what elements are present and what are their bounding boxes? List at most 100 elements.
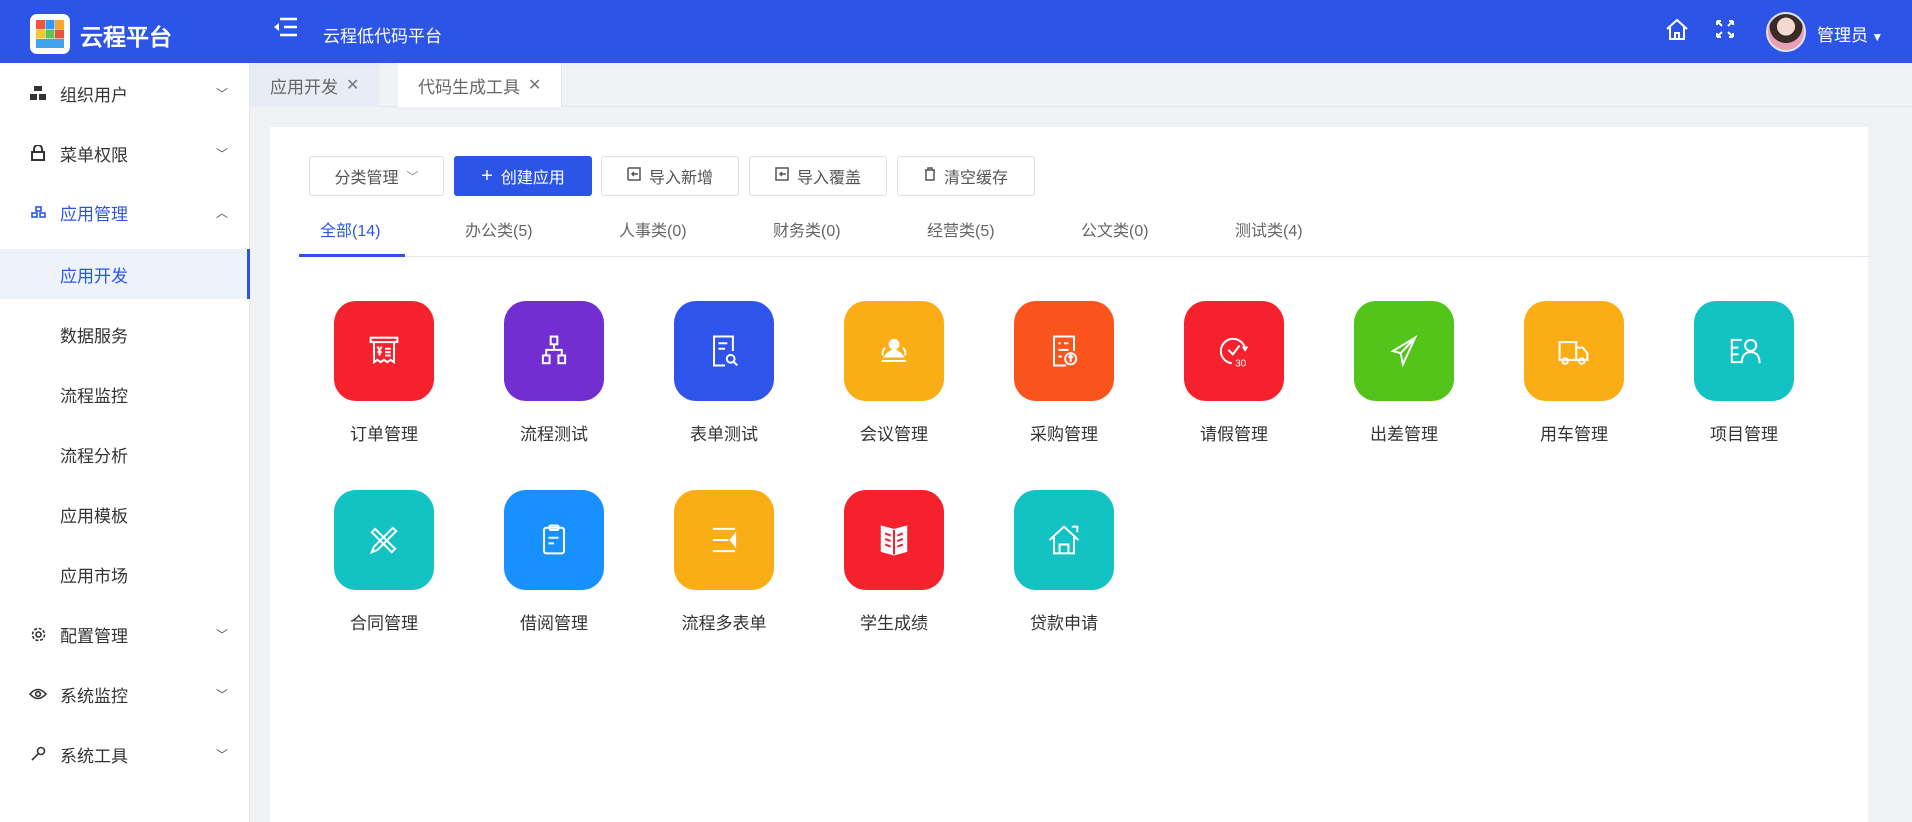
app-name: 借阅管理 xyxy=(520,614,588,633)
org-icon xyxy=(29,84,47,102)
sidebar-item-org-users[interactable]: 组织用户 ﹀ xyxy=(0,68,250,118)
app-card[interactable]: 订单管理 xyxy=(314,301,454,445)
app-card[interactable]: 贷款申请 xyxy=(994,490,1134,634)
app-icon-tile xyxy=(1524,301,1624,401)
create-app-button[interactable]: + 创建应用 xyxy=(454,156,592,196)
app-name: 学生成绩 xyxy=(860,614,928,633)
app-icon-tile xyxy=(844,301,944,401)
app-card[interactable]: 流程测试 xyxy=(484,301,624,445)
sidebar-item-app-market[interactable]: 应用市场 xyxy=(0,549,250,599)
category-tab-test[interactable]: 测试类(4) xyxy=(1235,217,1303,241)
sidebar-item-config[interactable]: 配置管理 ﹀ xyxy=(0,609,250,659)
truck-icon xyxy=(1558,341,1589,365)
sidebar: 组织用户 ﹀ 菜单权限 ﹀ 应用管理 ︿ 应用开发 数据服务 流程监控 流程分析 应用… xyxy=(0,63,250,822)
sidebar-item-process-monitor[interactable]: 流程监控 xyxy=(0,369,250,419)
app-card[interactable]: 用车管理 xyxy=(1504,301,1644,445)
wrench-icon xyxy=(29,745,47,763)
sidebar-item-menu-permission[interactable]: 菜单权限 ﹀ xyxy=(0,128,250,178)
user-menu[interactable]: 管理员 ▼ xyxy=(1817,21,1883,46)
home-icon[interactable] xyxy=(1665,18,1689,47)
platform-subtitle: 云程低代码平台 xyxy=(323,27,442,46)
category-tab-business[interactable]: 经营类(5) xyxy=(927,217,995,241)
clipboard-icon xyxy=(543,524,565,555)
close-icon[interactable]: ✕ xyxy=(528,75,541,95)
chevron-down-icon: ﹀ xyxy=(216,747,229,762)
app-name: 表单测试 xyxy=(690,425,758,444)
purchase-icon xyxy=(1053,335,1078,367)
menu-fold-icon[interactable] xyxy=(272,16,298,43)
app-icon-tile xyxy=(1014,301,1114,401)
app-icon-tile xyxy=(334,301,434,401)
page-tabs: 应用开发 ✕ 代码生成工具 ✕ xyxy=(250,63,1912,107)
meeting-icon xyxy=(881,338,907,362)
category-tab-finance[interactable]: 财务类(0) xyxy=(773,217,841,241)
app-panel: 分类管理 ﹀ + 创建应用 导入新增 导入覆盖 清空缓存 全部(14) 办公类(5)… xyxy=(270,127,1870,822)
pen-ruler-icon xyxy=(369,526,398,555)
sidebar-item-data-service[interactable]: 数据服务 xyxy=(0,309,250,359)
import-new-button[interactable]: 导入新增 xyxy=(601,156,739,196)
chevron-down-icon: ﹀ xyxy=(216,687,229,702)
trash-icon xyxy=(924,166,936,186)
category-tab-document[interactable]: 公文类(0) xyxy=(1081,217,1149,241)
chevron-down-icon: ﹀ xyxy=(216,86,229,101)
logo-icon xyxy=(30,14,70,54)
gear-icon xyxy=(29,625,47,643)
app-icon-tile xyxy=(1354,301,1454,401)
app-card[interactable]: 借阅管理 xyxy=(484,490,624,634)
app-name: 订单管理 xyxy=(350,425,418,444)
app-icon-tile xyxy=(674,301,774,401)
fullscreen-icon[interactable] xyxy=(1714,18,1736,45)
app-icon-tile xyxy=(844,490,944,590)
tab-app-dev[interactable]: 应用开发 ✕ xyxy=(250,63,380,107)
import-icon xyxy=(775,166,789,186)
sidebar-item-app-management[interactable]: 应用管理 ︿ xyxy=(0,187,250,237)
sidebar-item-app-template[interactable]: 应用模板 xyxy=(0,489,250,539)
brand-title: 云程平台 xyxy=(80,24,172,50)
form-search-icon xyxy=(713,335,739,367)
project-user-icon xyxy=(1730,338,1761,364)
app-icon-tile xyxy=(674,490,774,590)
multi-form-icon xyxy=(712,527,737,553)
app-card[interactable]: 项目管理 xyxy=(1674,301,1814,445)
lock-icon xyxy=(29,144,47,162)
user-name: 管理员 xyxy=(1817,26,1868,45)
app-card[interactable]: 会议管理 xyxy=(824,301,964,445)
avatar[interactable] xyxy=(1766,12,1806,52)
app-name: 项目管理 xyxy=(1710,425,1778,444)
paper-plane-icon xyxy=(1390,335,1418,368)
sidebar-item-system-monitor[interactable]: 系统监控 ﹀ xyxy=(0,669,250,719)
clear-cache-button[interactable]: 清空缓存 xyxy=(897,156,1035,196)
sidebar-item-process-analysis[interactable]: 流程分析 xyxy=(0,429,250,479)
clock-30-icon: 30 xyxy=(1219,337,1249,370)
sidebar-item-app-dev[interactable]: 应用开发 xyxy=(0,249,250,299)
chevron-down-icon: ﹀ xyxy=(216,146,229,161)
app-card[interactable]: 合同管理 xyxy=(314,490,454,634)
sidebar-item-system-tools[interactable]: 系统工具 ﹀ xyxy=(0,729,250,779)
app-card[interactable]: 表单测试 xyxy=(654,301,794,445)
app-name: 出差管理 xyxy=(1370,425,1438,444)
chevron-up-icon: ︿ xyxy=(216,205,229,220)
app-card[interactable]: 30 请假管理 xyxy=(1164,301,1304,445)
category-manage-dropdown[interactable]: 分类管理 ﹀ xyxy=(309,156,444,196)
app-card[interactable]: 出差管理 xyxy=(1334,301,1474,445)
category-tab-office[interactable]: 办公类(5) xyxy=(465,217,533,241)
import-overwrite-button[interactable]: 导入覆盖 xyxy=(749,156,887,196)
eye-icon xyxy=(29,685,47,703)
category-tab-hr[interactable]: 人事类(0) xyxy=(619,217,687,241)
app-card[interactable]: 采购管理 xyxy=(994,301,1134,445)
close-icon[interactable]: ✕ xyxy=(346,75,359,95)
app-icon-tile xyxy=(334,490,434,590)
chevron-down-icon: ﹀ xyxy=(406,169,419,184)
house-icon xyxy=(1048,525,1080,555)
app-card[interactable]: 流程多表单 xyxy=(654,490,794,634)
app-name: 流程测试 xyxy=(520,425,588,444)
app-name: 请假管理 xyxy=(1200,425,1268,444)
category-tab-all[interactable]: 全部(14) xyxy=(320,217,380,241)
app-name: 会议管理 xyxy=(860,425,928,444)
book-icon xyxy=(880,525,908,556)
caret-down-icon: ▼ xyxy=(1868,30,1884,44)
receipt-icon xyxy=(369,336,399,364)
tab-code-gen[interactable]: 代码生成工具 ✕ xyxy=(398,63,563,107)
app-card[interactable]: 学生成绩 xyxy=(824,490,964,634)
chevron-down-icon: ﹀ xyxy=(216,627,229,642)
